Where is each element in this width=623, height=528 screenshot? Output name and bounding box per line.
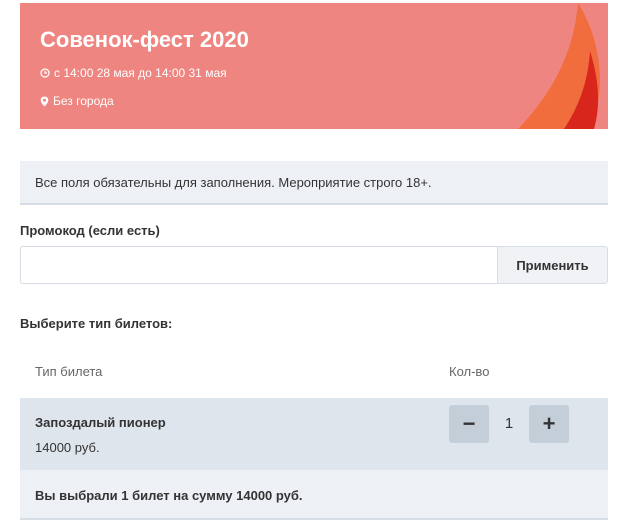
increase-quantity-button[interactable]: +	[529, 405, 569, 443]
promo-input[interactable]	[20, 246, 498, 284]
flame-decoration-icon	[518, 3, 600, 129]
column-header-qty: Кол-во	[449, 364, 490, 379]
event-city-text: Без города	[53, 94, 114, 108]
event-title: Совенок-фест 2020	[40, 27, 249, 52]
ticket-type-heading: Выберите тип билетов:	[20, 316, 173, 331]
ticket-price: 14000 руб.	[35, 440, 100, 455]
location-pin-icon	[40, 96, 49, 106]
clock-icon	[40, 68, 50, 78]
event-banner: Совенок-фест 2020 с 14:00 28 мая до 14:0…	[20, 3, 608, 129]
decrease-quantity-button[interactable]: −	[449, 405, 489, 443]
event-date-text: с 14:00 28 мая до 14:00 31 мая	[54, 66, 227, 80]
quantity-value: 1	[504, 415, 514, 432]
event-city: Без города	[40, 94, 114, 108]
column-header-type: Тип билета	[35, 364, 103, 379]
apply-promo-button[interactable]: Применить	[497, 246, 608, 284]
required-fields-notice: Все поля обязательны для заполнения. Мер…	[20, 161, 608, 205]
event-date: с 14:00 28 мая до 14:00 31 мая	[40, 66, 227, 80]
promo-label: Промокод (если есть)	[20, 223, 160, 238]
ticket-name: Запоздалый пионер	[35, 415, 166, 430]
order-summary: Вы выбрали 1 билет на сумму 14000 руб.	[20, 470, 608, 520]
table-row: Запоздалый пионер 14000 руб. − 1 +	[20, 398, 608, 470]
